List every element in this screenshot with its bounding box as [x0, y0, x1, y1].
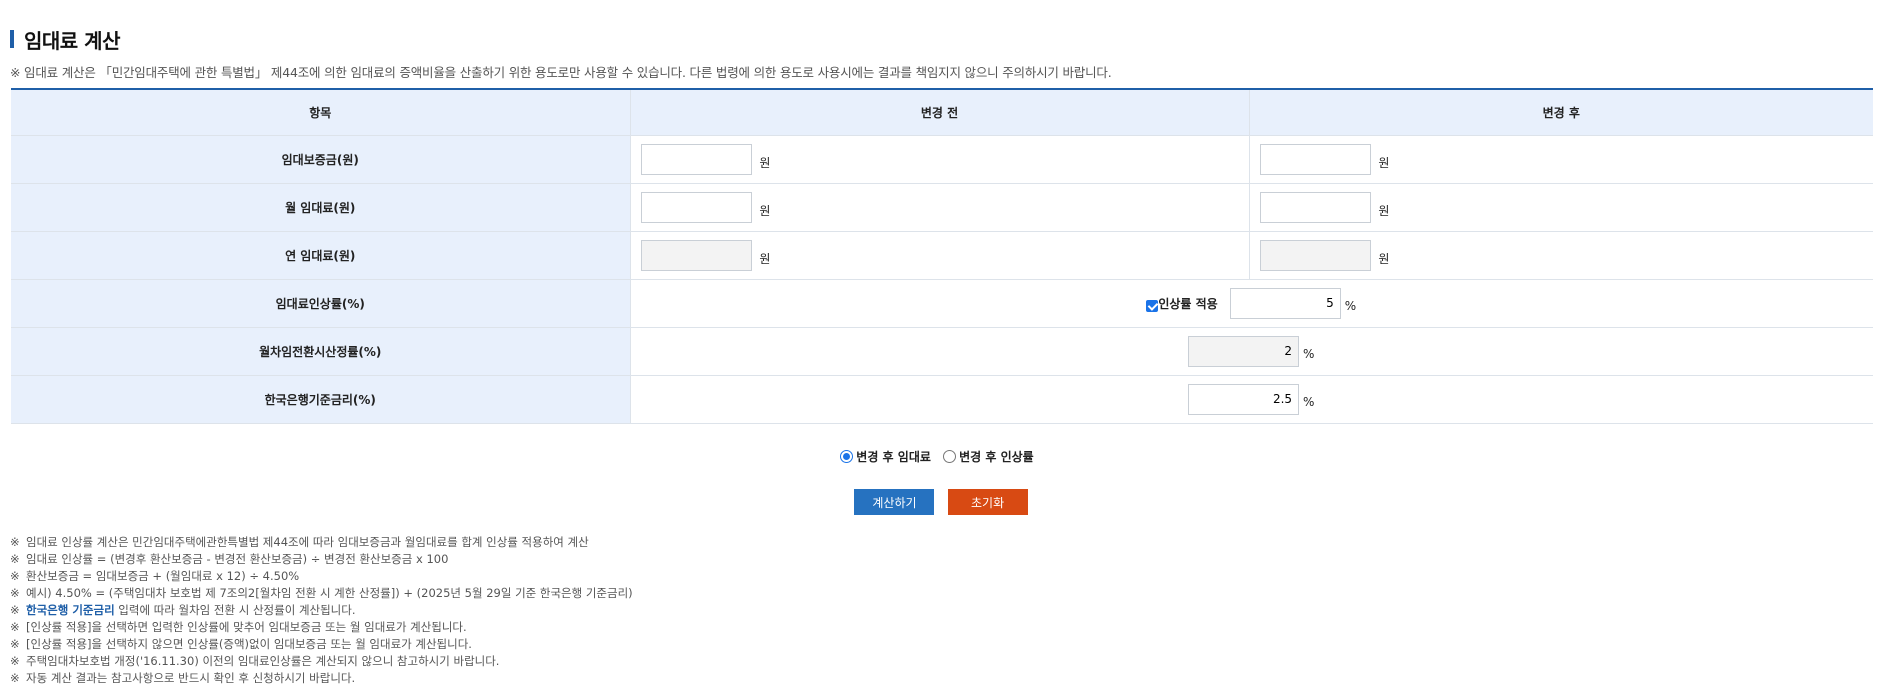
table-row: 월차임전환시산정률(%) % — [11, 327, 1873, 376]
page-title: 임대료 계산 — [24, 28, 120, 53]
cell-monthly-after: 원 — [1248, 183, 1873, 232]
cell-conversion: % — [629, 327, 1873, 376]
note-item: ※ [인상률 적용]을 선택하지 않으면 인상률(증액)없이 임대보증금 또는 월… — [10, 637, 472, 651]
radio-after-rent-label[interactable]: 변경 후 임대료 — [856, 448, 931, 465]
cell-increase: 인상률 적용% — [629, 279, 1873, 328]
unit-label: 원 — [759, 203, 771, 218]
table-row: 월 임대료(원) 원 원 — [11, 183, 1873, 232]
unit-label: % — [1344, 299, 1357, 313]
apply-increase-checkbox[interactable] — [1146, 300, 1159, 312]
header-before: 변경 전 — [629, 89, 1249, 136]
header-item: 항목 — [11, 89, 630, 136]
unit-label: 원 — [1378, 203, 1390, 218]
row-label-yearly: 연 임대료(원) — [11, 231, 630, 280]
conversion-rate-field — [1188, 335, 1300, 367]
deposit-before-input[interactable] — [640, 143, 752, 175]
cell-yearly-before: 원 — [629, 231, 1249, 280]
notes-list: ※ 임대료 인상률 계산은 민간임대주택에관한특별법 제44조에 따라 임대보증금… — [10, 534, 633, 687]
note-item: ※ 한국은행 기준금리 입력에 따라 월차임 전환 시 산정률이 계산됩니다. — [10, 603, 356, 617]
table-row: 한국은행기준금리(%) % — [11, 375, 1873, 424]
table-header-row: 항목 변경 전 변경 후 — [11, 89, 1873, 136]
yearly-after-field — [1259, 239, 1371, 271]
calculate-button[interactable]: 계산하기 — [854, 489, 935, 515]
table-row: 임대료인상률(%) 인상률 적용% — [11, 279, 1873, 328]
apply-increase-label[interactable]: 인상률 적용 — [1158, 295, 1217, 312]
reset-button[interactable]: 초기화 — [947, 489, 1028, 515]
note-item: ※ 자동 계산 결과는 참고사항으로 반드시 확인 후 신청하시기 바랍니다. — [10, 671, 356, 685]
deposit-after-input[interactable] — [1259, 143, 1371, 175]
note-item: ※ 주택임대차보호법 개정('16.11.30) 이전의 임대료인상률은 계산되지… — [10, 654, 500, 668]
row-label-increase: 임대료인상률(%) — [11, 279, 630, 328]
increase-rate-input[interactable] — [1229, 287, 1341, 319]
note-item: ※ [인상률 적용]을 선택하면 입력한 인상률에 맞추어 임대보증금 또는 월 … — [10, 620, 467, 634]
cell-base-rate: % — [629, 375, 1873, 424]
cell-monthly-before: 원 — [629, 183, 1249, 232]
yearly-before-field — [640, 239, 752, 271]
note-item: ※ 임대료 인상률 계산은 민간임대주택에관한특별법 제44조에 따라 임대보증금… — [10, 535, 589, 549]
cell-yearly-after: 원 — [1248, 231, 1873, 280]
calc-table: 항목 변경 전 변경 후 임대보증금(원) 원 원 월 임대료(원) 원 원 연… — [11, 88, 1873, 424]
monthly-before-input[interactable] — [640, 191, 752, 223]
base-rate-input[interactable] — [1188, 383, 1300, 415]
row-label-deposit: 임대보증금(원) — [11, 135, 630, 184]
radio-after-rent[interactable] — [840, 450, 854, 463]
row-label-base-rate: 한국은행기준금리(%) — [11, 375, 630, 424]
radio-after-rate[interactable] — [943, 450, 957, 463]
action-buttons: 계산하기 초기화 — [0, 489, 1882, 515]
note-item: ※ 임대료 인상률 = (변경후 환산보증금 - 변경전 환산보증금) ÷ 변경전… — [10, 552, 449, 566]
unit-label: % — [1303, 395, 1315, 409]
note-item: ※ 환산보증금 = 임대보증금 + (월임대료 x 12) ÷ 4.50% — [10, 569, 300, 583]
unit-label: 원 — [1378, 251, 1390, 266]
cell-deposit-before: 원 — [629, 135, 1249, 184]
note-item: ※ 예시) 4.50% = (주택임대차 보호법 제 7조의2[월차임 전환 시 … — [10, 586, 633, 600]
base-rate-highlight: 한국은행 기준금리 — [26, 603, 115, 617]
radio-after-rate-label[interactable]: 변경 후 인상률 — [959, 448, 1034, 465]
unit-label: 원 — [1378, 155, 1390, 170]
header-after: 변경 후 — [1248, 89, 1873, 136]
row-label-monthly: 월 임대료(원) — [11, 183, 630, 232]
calc-mode-options: 변경 후 임대료 변경 후 인상률 — [0, 448, 1882, 465]
unit-label: 원 — [759, 155, 771, 170]
table-row: 연 임대료(원) 원 원 — [11, 231, 1873, 280]
title-row: 임대료 계산 — [10, 26, 120, 53]
monthly-after-input[interactable] — [1259, 191, 1371, 223]
cell-deposit-after: 원 — [1248, 135, 1873, 184]
rent-calculator: 임대료 계산 ※ 임대료 계산은 「민간임대주택에 관한 특별법」 제44조에 … — [0, 0, 1882, 695]
usage-notice: ※ 임대료 계산은 「민간임대주택에 관한 특별법」 제44조에 의한 임대료의… — [10, 65, 1112, 80]
row-label-conversion: 월차임전환시산정률(%) — [11, 327, 630, 376]
unit-label: % — [1303, 347, 1315, 361]
table-row: 임대보증금(원) 원 원 — [11, 135, 1873, 184]
title-accent-bar — [10, 30, 14, 48]
unit-label: 원 — [759, 251, 771, 266]
